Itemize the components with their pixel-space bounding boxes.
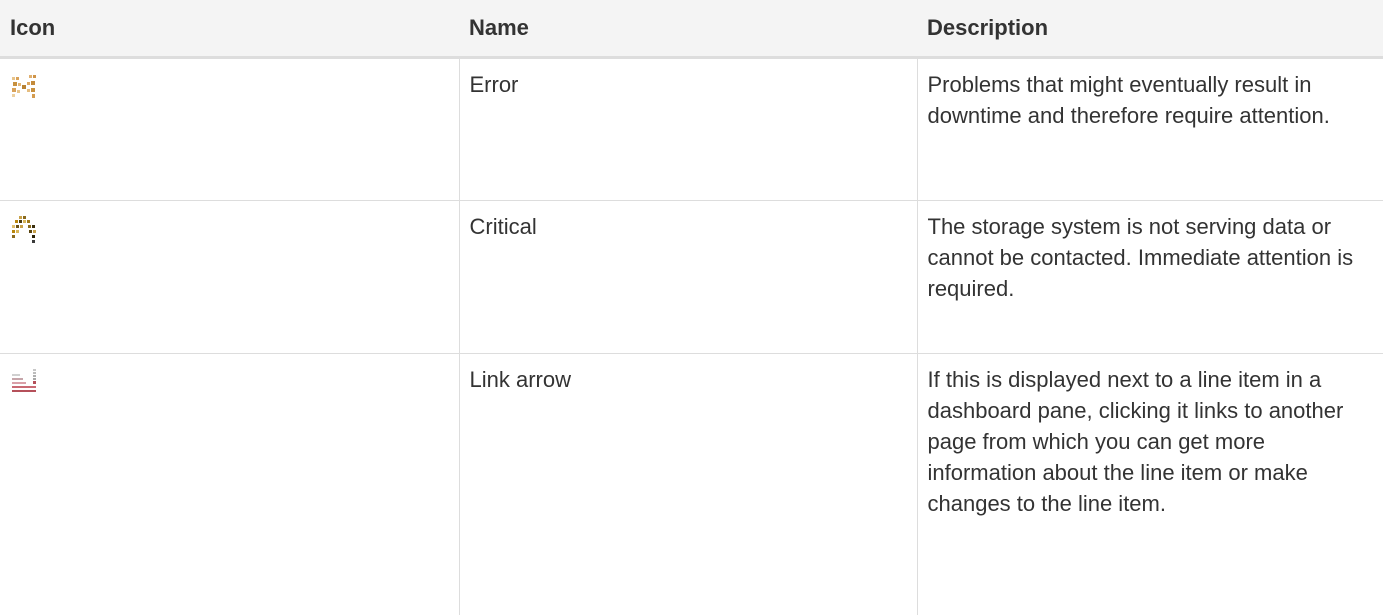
header-row: Icon Name Description xyxy=(0,0,1383,59)
header-name: Name xyxy=(459,0,917,59)
link-arrow-icon xyxy=(11,369,37,395)
name-cell: Error xyxy=(458,57,917,201)
description-cell: The storage system is not serving data o… xyxy=(916,200,1383,354)
header-description: Description xyxy=(917,0,1383,59)
icon-cell xyxy=(0,354,459,615)
table-row: Link arrow If this is displayed next to … xyxy=(0,353,1383,615)
icon-cell xyxy=(0,200,459,354)
description-cell: Problems that might eventually result in… xyxy=(916,57,1383,201)
icon-cell xyxy=(0,57,459,201)
table-header: Icon Name Description xyxy=(0,0,1383,59)
header-icon: Icon xyxy=(0,0,459,59)
table-row: Critical The storage system is not servi… xyxy=(0,200,1383,354)
table-body: Error Problems that might eventually res… xyxy=(0,57,1383,615)
table-row: Error Problems that might eventually res… xyxy=(0,57,1383,201)
name-cell: Link arrow xyxy=(458,353,917,615)
page: Icon Name Description Error Problems tha… xyxy=(0,0,1383,615)
critical-icon xyxy=(11,216,37,243)
description-cell: If this is displayed next to a line item… xyxy=(916,353,1383,615)
icon-reference-table: Icon Name Description Error Problems tha… xyxy=(0,0,1383,615)
error-icon xyxy=(11,74,37,100)
name-cell: Critical xyxy=(458,200,917,354)
